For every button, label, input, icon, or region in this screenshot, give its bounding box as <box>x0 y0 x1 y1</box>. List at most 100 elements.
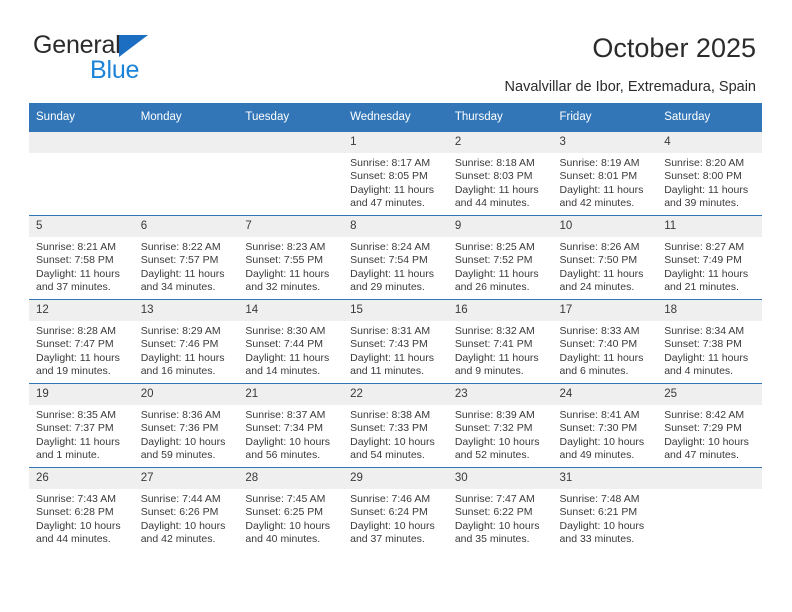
sunrise-text: Sunrise: 8:31 AM <box>350 325 431 337</box>
calendar-day-cell[interactable]: 6 Sunrise: 8:22 AM Sunset: 7:57 PM Daylight… <box>133 215 239 300</box>
weekday-header-wednesday: Wednesday <box>343 103 448 132</box>
calendar-day-cell[interactable]: 28 Sunrise: 7:45 AM Sunset: 6:25 PM Dayligh… <box>238 467 344 551</box>
sunrise-text: Sunrise: 8:41 AM <box>559 409 640 421</box>
sunrise-text: Sunrise: 8:33 AM <box>559 325 640 337</box>
calendar-day-cell[interactable]: 18 Sunrise: 8:34 AM Sunset: 7:38 PM Dayligh… <box>657 299 762 384</box>
calendar-day-cell[interactable]: 19 Sunrise: 8:35 AM Sunset: 7:37 PM Dayligh… <box>29 383 134 468</box>
calendar-day-cell[interactable]: 10 Sunrise: 8:26 AM Sunset: 7:50 PM Dayligh… <box>552 215 658 300</box>
day-details: Sunrise: 8:31 AM Sunset: 7:43 PM Daylight:… <box>343 321 448 379</box>
calendar-day-cell[interactable]: 3 Sunrise: 8:19 AM Sunset: 8:01 PM Daylight… <box>552 131 658 216</box>
calendar-day-cell[interactable]: 8 Sunrise: 8:24 AM Sunset: 7:54 PM Daylight… <box>343 215 448 300</box>
sunset-text: Sunset: 7:46 PM <box>140 338 219 351</box>
daylight-text: Daylight: 11 hours <box>454 183 539 196</box>
day-number: 20 <box>133 384 239 405</box>
calendar-day-cell-empty <box>657 467 762 551</box>
daylight-text: and 34 minutes. <box>140 281 216 294</box>
daylight-text: Daylight: 11 hours <box>664 183 749 196</box>
calendar-day-cell[interactable]: 7 Sunrise: 8:23 AM Sunset: 7:55 PM Daylight… <box>238 215 344 300</box>
day-number: 22 <box>343 384 448 405</box>
weekday-header-tuesday: Tuesday <box>238 103 344 132</box>
calendar-day-cell[interactable]: 26 Sunrise: 7:43 AM Sunset: 6:28 PM Dayligh… <box>29 467 134 551</box>
day-details: Sunrise: 7:43 AM Sunset: 6:28 PM Daylight:… <box>29 489 134 547</box>
sunset-text: Sunset: 7:38 PM <box>664 338 742 351</box>
calendar-day-cell[interactable]: 30 Sunrise: 7:47 AM Sunset: 6:22 PM Dayligh… <box>447 467 553 551</box>
calendar-day-cell[interactable]: 24 Sunrise: 8:41 AM Sunset: 7:30 PM Dayligh… <box>552 383 658 468</box>
calendar-day-cell[interactable]: 14 Sunrise: 8:30 AM Sunset: 7:44 PM Dayligh… <box>238 299 344 384</box>
sunrise-sunset-calendar: Sunday Monday Tuesday Wednesday Thursday… <box>29 103 762 551</box>
day-number: 1 <box>343 132 448 153</box>
calendar-day-cell[interactable]: 16 Sunrise: 8:32 AM Sunset: 7:41 PM Dayligh… <box>447 299 553 384</box>
daylight-text: and 11 minutes. <box>350 365 425 378</box>
calendar-day-cell[interactable]: 23 Sunrise: 8:39 AM Sunset: 7:32 PM Dayligh… <box>447 383 553 468</box>
day-details: Sunrise: 8:24 AM Sunset: 7:54 PM Daylight:… <box>343 237 448 295</box>
sunset-text: Sunset: 7:50 PM <box>559 254 638 267</box>
day-details: Sunrise: 8:32 AM Sunset: 7:41 PM Daylight:… <box>448 321 553 379</box>
daylight-text: and 26 minutes. <box>454 281 530 294</box>
calendar-day-cell-empty <box>133 131 239 216</box>
calendar-day-cell[interactable]: 2 Sunrise: 8:18 AM Sunset: 8:03 PM Daylight… <box>447 131 553 216</box>
calendar-day-cell[interactable]: 29 Sunrise: 7:46 AM Sunset: 6:24 PM Dayligh… <box>343 467 448 551</box>
calendar-day-cell[interactable]: 25 Sunrise: 8:42 AM Sunset: 7:29 PM Dayligh… <box>657 383 762 468</box>
calendar-day-cell[interactable]: 31 Sunrise: 7:48 AM Sunset: 6:21 PM Dayligh… <box>552 467 658 551</box>
calendar-day-cell[interactable]: 27 Sunrise: 7:44 AM Sunset: 6:26 PM Dayligh… <box>133 467 239 551</box>
daylight-text: and 37 minutes. <box>350 533 425 546</box>
calendar-day-cell-empty <box>29 131 134 216</box>
sunset-text: Sunset: 7:44 PM <box>245 338 324 351</box>
day-number <box>29 132 134 153</box>
calendar-day-cell[interactable]: 4 Sunrise: 8:20 AM Sunset: 8:00 PM Daylight… <box>657 131 762 216</box>
daylight-text: Daylight: 11 hours <box>664 351 749 364</box>
daylight-text: Daylight: 11 hours <box>559 267 644 280</box>
calendar-day-cell[interactable]: 13 Sunrise: 8:29 AM Sunset: 7:46 PM Dayligh… <box>133 299 239 384</box>
calendar-day-cell[interactable]: 11 Sunrise: 8:27 AM Sunset: 7:49 PM Dayligh… <box>657 215 762 300</box>
calendar-day-cell[interactable]: 5 Sunrise: 8:21 AM Sunset: 7:58 PM Daylight… <box>29 215 134 300</box>
calendar-day-cell[interactable]: 12 Sunrise: 8:28 AM Sunset: 7:47 PM Dayligh… <box>29 299 134 384</box>
daylight-text: Daylight: 10 hours <box>245 519 331 532</box>
day-details: Sunrise: 8:30 AM Sunset: 7:44 PM Daylight:… <box>238 321 343 379</box>
day-details: Sunrise: 8:41 AM Sunset: 7:30 PM Daylight:… <box>553 405 658 463</box>
sunset-text: Sunset: 6:22 PM <box>454 506 533 519</box>
daylight-text: Daylight: 10 hours <box>140 435 226 448</box>
sunset-text: Sunset: 8:03 PM <box>454 170 533 183</box>
calendar-day-cell[interactable]: 21 Sunrise: 8:37 AM Sunset: 7:34 PM Dayligh… <box>238 383 344 468</box>
sunset-text: Sunset: 7:30 PM <box>559 422 638 435</box>
day-number: 26 <box>29 468 134 489</box>
sunrise-text: Sunrise: 8:42 AM <box>664 409 745 421</box>
daylight-text: Daylight: 11 hours <box>36 351 120 364</box>
calendar-day-cell-empty <box>238 131 344 216</box>
calendar-day-cell[interactable]: 1 Sunrise: 8:17 AM Sunset: 8:05 PM Daylight… <box>343 131 448 216</box>
weekday-header-friday: Friday <box>552 103 658 132</box>
sunrise-text: Sunrise: 8:20 AM <box>664 157 745 169</box>
calendar-day-cell[interactable]: 9 Sunrise: 8:25 AM Sunset: 7:52 PM Daylight… <box>447 215 553 300</box>
day-details: Sunrise: 7:47 AM Sunset: 6:22 PM Daylight:… <box>448 489 553 547</box>
daylight-text: and 21 minutes. <box>664 281 739 294</box>
day-number <box>657 468 762 489</box>
daylight-text: Daylight: 11 hours <box>245 267 330 280</box>
daylight-text: Daylight: 11 hours <box>559 351 644 364</box>
calendar-day-cell[interactable]: 20 Sunrise: 8:36 AM Sunset: 7:36 PM Dayligh… <box>133 383 239 468</box>
sunset-text: Sunset: 7:55 PM <box>245 254 324 267</box>
daylight-text: Daylight: 10 hours <box>559 519 645 532</box>
sunrise-text: Sunrise: 8:24 AM <box>350 241 431 253</box>
sunset-text: Sunset: 7:57 PM <box>140 254 219 267</box>
daylight-text: and 35 minutes. <box>454 533 530 546</box>
daylight-text: and 33 minutes. <box>559 533 635 546</box>
calendar-body: 1 Sunrise: 8:17 AM Sunset: 8:05 PM Daylight… <box>29 131 762 551</box>
calendar-day-cell[interactable]: 22 Sunrise: 8:38 AM Sunset: 7:33 PM Dayligh… <box>343 383 448 468</box>
day-number: 29 <box>343 468 448 489</box>
sunrise-text: Sunrise: 7:45 AM <box>245 493 326 505</box>
logo-text-blue: Blue <box>90 56 140 84</box>
daylight-text: Daylight: 11 hours <box>350 183 434 196</box>
calendar-day-cell[interactable]: 15 Sunrise: 8:31 AM Sunset: 7:43 PM Dayligh… <box>343 299 448 384</box>
general-blue-logo[interactable]: General Blue <box>33 32 263 88</box>
daylight-text: Daylight: 11 hours <box>664 267 749 280</box>
daylight-text: and 54 minutes. <box>350 449 425 462</box>
sunset-text: Sunset: 7:33 PM <box>350 422 428 435</box>
day-number <box>238 132 344 153</box>
daylight-text: Daylight: 10 hours <box>454 519 540 532</box>
calendar-day-cell[interactable]: 17 Sunrise: 8:33 AM Sunset: 7:40 PM Dayligh… <box>552 299 658 384</box>
day-number: 28 <box>238 468 344 489</box>
day-number: 24 <box>552 384 658 405</box>
sunrise-text: Sunrise: 7:48 AM <box>559 493 640 505</box>
daylight-text: and 16 minutes. <box>140 365 216 378</box>
daylight-text: and 9 minutes. <box>454 365 524 378</box>
